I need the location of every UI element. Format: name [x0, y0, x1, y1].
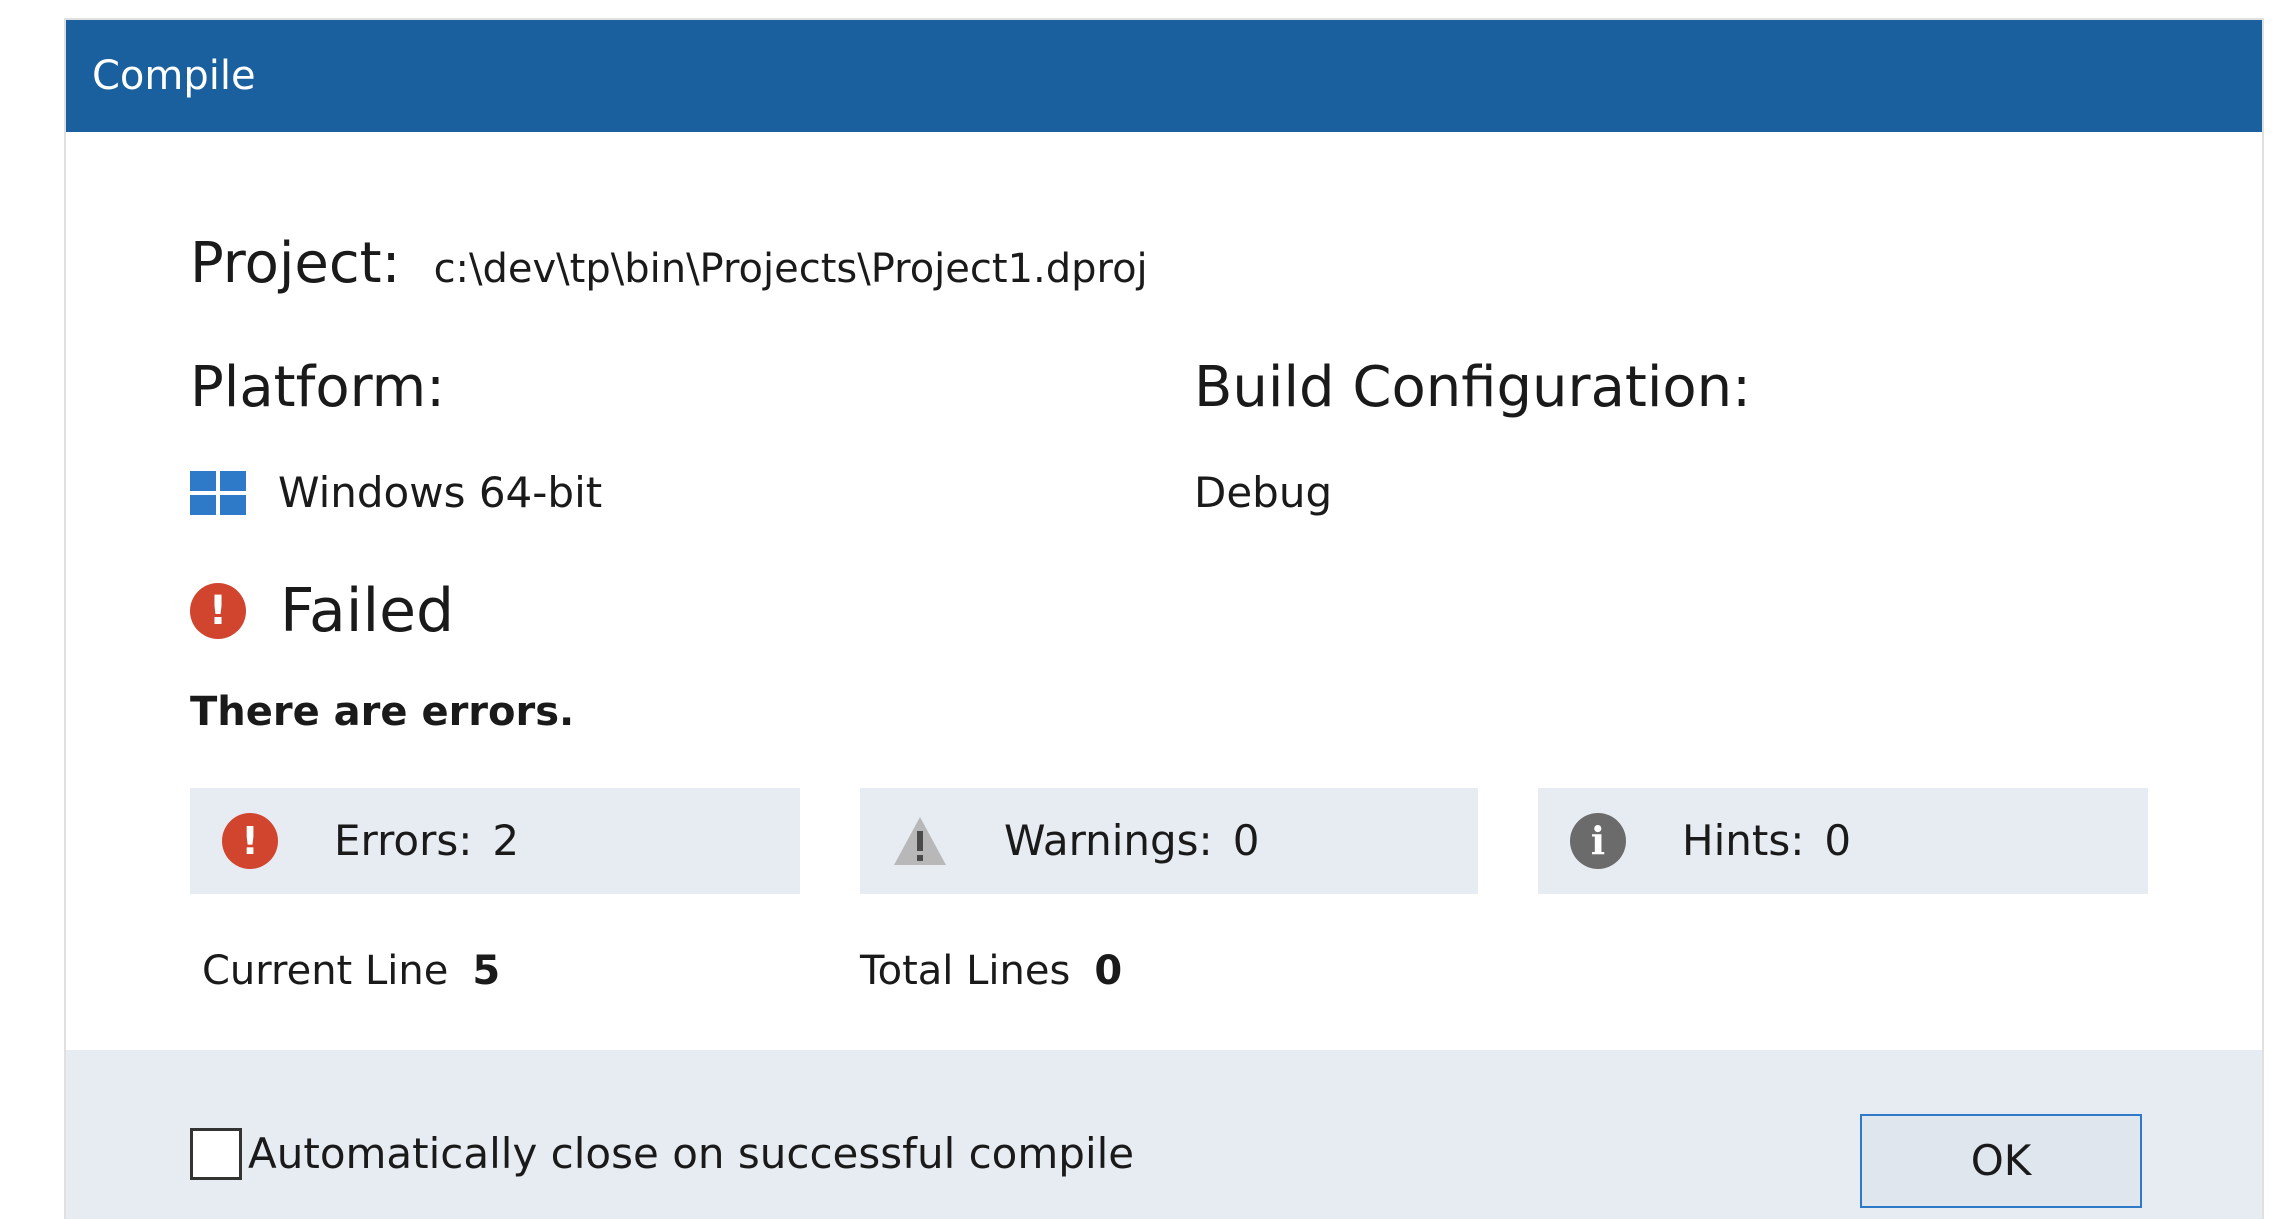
dialog-content: Project: c:\dev\tp\bin\Projects\Project1…: [66, 132, 2262, 1068]
hints-label: Hints:: [1682, 816, 1805, 865]
error-icon: !: [222, 813, 278, 869]
compile-dialog: Compile Project: c:\dev\tp\bin\Projects\…: [64, 18, 2264, 1219]
errors-stat: Errors: 2: [334, 816, 519, 866]
info-icon: i: [1570, 813, 1626, 869]
project-label: Project:: [190, 231, 401, 296]
auto-close-label-text: Automatically close on successful compil…: [248, 1129, 1135, 1178]
status-message: There are errors.: [190, 689, 575, 735]
total-lines-value: 0: [1094, 948, 1123, 994]
warnings-count: 0: [1232, 816, 1260, 865]
status-row: ! Failed: [190, 576, 454, 646]
errors-label: Errors:: [334, 816, 473, 865]
dialog-title: Compile: [92, 53, 256, 99]
hints-stat: Hints: 0: [1682, 816, 1851, 866]
errors-panel: ! Errors: 2: [190, 788, 800, 894]
platform-label: Platform:: [190, 355, 446, 420]
warnings-label: Warnings:: [1004, 816, 1213, 865]
build-configuration-label: Build Configuration:: [1194, 355, 1752, 420]
title-bar[interactable]: Compile: [66, 20, 2262, 132]
current-line: Current Line 5: [202, 946, 500, 996]
ok-button[interactable]: OK: [1860, 1114, 2142, 1208]
auto-close-option[interactable]: Automatically close on successful compil…: [190, 1128, 1134, 1180]
total-lines-label: Total Lines: [860, 948, 1071, 994]
build-configuration-value: Debug: [1194, 468, 1333, 517]
hints-count: 0: [1824, 816, 1852, 865]
windows-icon: [190, 471, 246, 515]
total-lines: Total Lines 0: [860, 946, 1122, 996]
auto-close-checkbox[interactable]: [190, 1128, 242, 1180]
status-text: Failed: [280, 576, 455, 646]
platform-value: Windows 64-bit: [190, 468, 602, 518]
warning-icon: [892, 813, 948, 869]
auto-close-label[interactable]: Automatically close on successful compil…: [248, 1129, 1134, 1179]
project-row: Project: c:\dev\tp\bin\Projects\Project1…: [190, 232, 1148, 301]
dialog-footer: Automatically close on successful compil…: [66, 1050, 2262, 1219]
platform-value-text: Windows 64-bit: [278, 468, 603, 517]
hints-panel: i Hints: 0: [1538, 788, 2148, 894]
errors-count: 2: [492, 816, 520, 865]
current-line-value: 5: [472, 948, 501, 994]
warnings-stat: Warnings: 0: [1004, 816, 1259, 866]
warnings-panel: Warnings: 0: [860, 788, 1478, 894]
project-path: c:\dev\tp\bin\Projects\Project1.dproj: [433, 246, 1148, 292]
error-icon: !: [190, 583, 246, 639]
current-line-label: Current Line: [202, 948, 449, 994]
